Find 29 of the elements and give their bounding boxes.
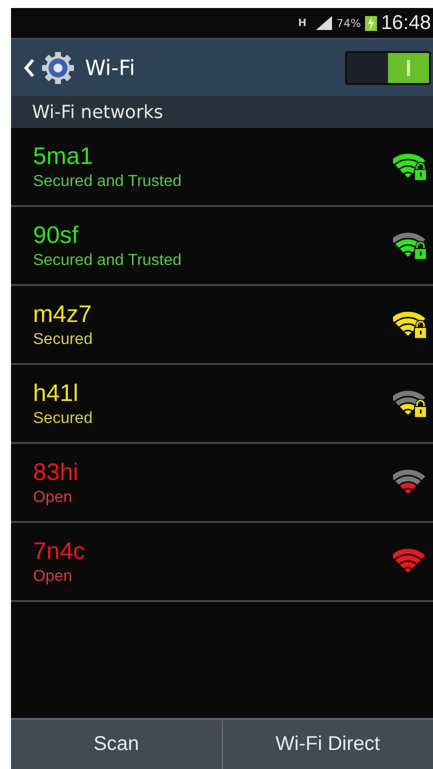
battery-percent: 74% xyxy=(336,16,361,30)
network-status: Secured and Trusted xyxy=(33,252,182,270)
network-item[interactable]: h41l Secured xyxy=(11,365,433,444)
network-item[interactable]: 5ma1 Secured and Trusted xyxy=(11,128,433,207)
network-name: m4z7 xyxy=(33,300,92,328)
network-status: Secured and Trusted xyxy=(33,172,182,190)
settings-icon xyxy=(41,50,75,84)
clock: 16:48 xyxy=(380,12,431,34)
network-item[interactable]: 7n4c Open xyxy=(11,523,433,602)
network-item[interactable]: 83hi Open xyxy=(11,444,433,523)
network-name: 7n4c xyxy=(33,538,86,566)
network-status: Open xyxy=(33,488,72,506)
signal-icon xyxy=(316,16,332,30)
network-status: Secured xyxy=(33,410,93,428)
network-name: 83hi xyxy=(33,458,78,486)
network-name: 90sf xyxy=(33,222,78,250)
bottom-button[interactable]: Wi-Fi Direct xyxy=(222,720,433,769)
back-icon[interactable] xyxy=(23,58,35,78)
network-status: Open xyxy=(33,568,72,586)
network-name: 5ma1 xyxy=(33,142,94,170)
network-item[interactable]: m4z7 Secured xyxy=(11,286,433,365)
screen-title: Wi-Fi xyxy=(85,56,136,80)
section-header: Wi-Fi networks xyxy=(11,96,433,128)
bottom-button[interactable]: Scan xyxy=(11,720,222,769)
wifi-toggle[interactable] xyxy=(345,50,431,84)
network-name: h41l xyxy=(33,380,78,408)
network-item[interactable]: 90sf Secured and Trusted xyxy=(11,207,433,286)
network-status: Secured xyxy=(33,330,93,348)
network-type-icon: H xyxy=(298,18,306,28)
